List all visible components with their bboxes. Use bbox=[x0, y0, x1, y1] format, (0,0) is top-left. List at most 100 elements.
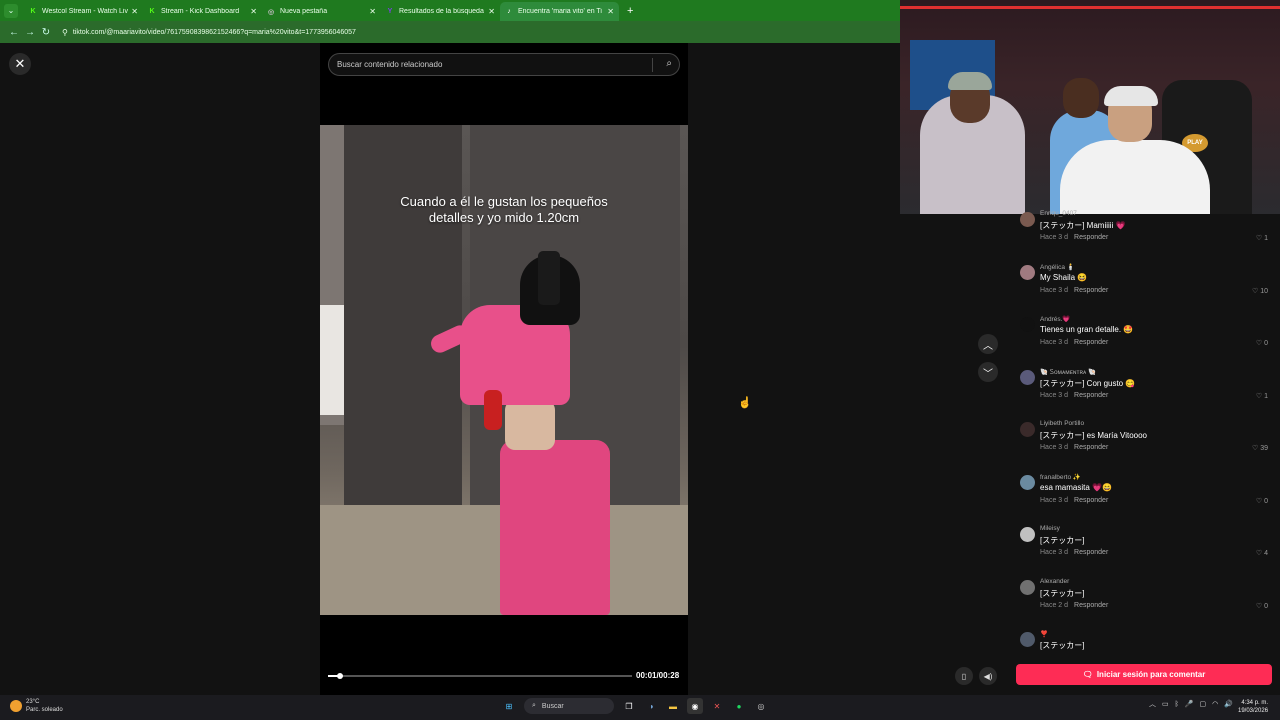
comment-like-count: 10 bbox=[1260, 288, 1268, 295]
comment-avatar[interactable] bbox=[1020, 422, 1035, 437]
browser-tab[interactable]: ♪ Encuentra 'maria vito' en Ti ✕ bbox=[500, 2, 619, 21]
system-tray: ︿ ▭ ᛒ 🎤 ▢ ◠ 🔊 bbox=[1146, 699, 1236, 709]
tray-expand-icon[interactable]: ︿ bbox=[1149, 699, 1156, 709]
tray-app-icon[interactable]: ▭ bbox=[1162, 700, 1169, 708]
comment-reply-button[interactable]: Responder bbox=[1074, 549, 1108, 556]
comment-like-button[interactable]: ♡ 1 bbox=[1256, 392, 1268, 400]
search-input[interactable]: Buscar contenido relacionado ⌕ bbox=[328, 53, 680, 76]
tab-close-icon[interactable]: ✕ bbox=[607, 7, 614, 16]
comment-reply-button[interactable]: Responder bbox=[1074, 339, 1108, 346]
tab-close-icon[interactable]: ✕ bbox=[369, 7, 376, 16]
comment-age: Hace 3 d bbox=[1040, 392, 1069, 399]
comment-username[interactable]: Mileisy bbox=[1040, 525, 1060, 532]
volume-icon[interactable]: ◀) bbox=[979, 667, 997, 685]
tab-close-icon[interactable]: ✕ bbox=[488, 7, 495, 16]
clock-time: 4:34 p. m. bbox=[1241, 700, 1269, 706]
comment-like-button[interactable]: ♡ 1 bbox=[1256, 234, 1268, 242]
comment-reply-button[interactable]: Responder bbox=[1074, 287, 1108, 294]
taskbar: 23°C Parc. soleado ⊞ ⌕ Buscar ❐ ◑ ▬ ◉ ✕ … bbox=[0, 695, 1280, 720]
comment-avatar[interactable] bbox=[1020, 475, 1035, 490]
comment-like-button[interactable]: ♡ 39 bbox=[1252, 444, 1268, 452]
taskbar-search-icon: ⌕ bbox=[532, 702, 536, 709]
site-info-icon[interactable]: ⚲ bbox=[62, 28, 68, 37]
comment-text: My Shaila 😆 bbox=[1040, 273, 1088, 282]
forward-icon[interactable]: → bbox=[22, 27, 38, 38]
browser-tab[interactable]: Y Resultados de la búsqueda de ✕ bbox=[381, 2, 500, 21]
windows-start-icon[interactable]: ⊞ bbox=[501, 698, 517, 714]
comment-reply-button[interactable]: Responder bbox=[1074, 497, 1108, 504]
obs-icon[interactable]: ◎ bbox=[753, 698, 769, 714]
address-bar: ← → ↻ ⚲ tiktok.com/@maariavito/video/761… bbox=[0, 21, 900, 43]
weather-widget[interactable]: 23°C Parc. soleado bbox=[10, 698, 63, 714]
spotify-icon[interactable]: ● bbox=[731, 698, 747, 714]
comment-avatar[interactable] bbox=[1020, 370, 1035, 385]
tray-display-icon[interactable]: ▢ bbox=[1200, 700, 1207, 708]
comment-username[interactable]: Enriqu_0407 bbox=[1040, 210, 1077, 217]
taskbar-apps: ⊞ ⌕ Buscar ❐ ◑ ▬ ◉ ✕ ● ◎ bbox=[498, 698, 772, 714]
close-icon[interactable]: ✕ bbox=[9, 53, 31, 75]
file-explorer-icon[interactable]: ▬ bbox=[665, 698, 681, 714]
chrome-icon[interactable]: ◉ bbox=[687, 698, 703, 714]
comment-age: Hace 3 d bbox=[1040, 497, 1069, 504]
comment-reply-button[interactable]: Responder bbox=[1074, 602, 1108, 609]
comment-username[interactable]: Alexander bbox=[1040, 578, 1069, 585]
browser-tab[interactable]: K Westcol Stream - Watch Live on✕ bbox=[24, 2, 143, 21]
comment-reply-button[interactable]: Responder bbox=[1074, 444, 1108, 451]
comment-like-button[interactable]: ♡ 0 bbox=[1256, 497, 1268, 505]
next-video-button[interactable]: ﹀ bbox=[978, 362, 998, 382]
capcut-icon[interactable]: ✕ bbox=[709, 698, 725, 714]
tab-search-menu-icon[interactable]: ⌄ bbox=[4, 3, 18, 18]
comment-meta bbox=[1040, 654, 1052, 661]
tray-mic-icon[interactable]: 🎤 bbox=[1185, 700, 1194, 708]
copilot-icon[interactable]: ◑ bbox=[643, 698, 659, 714]
streamer-webcam: PLAY bbox=[900, 0, 1280, 214]
tab-favicon-icon: K bbox=[149, 8, 155, 15]
tray-volume-icon[interactable]: 🔊 bbox=[1224, 700, 1233, 708]
comment-username[interactable]: Andrés.💗 bbox=[1040, 315, 1071, 323]
comment-like-count: 0 bbox=[1264, 603, 1268, 610]
reload-icon[interactable]: ↻ bbox=[38, 27, 54, 38]
comment-like-button[interactable]: ♡ 0 bbox=[1256, 339, 1268, 347]
tray-wifi-icon[interactable]: ◠ bbox=[1212, 700, 1218, 708]
comment-username[interactable]: 🐚 Ꮪᴏᴍᴀᴍᴇɴᴛʀᴀ 🐚 bbox=[1040, 368, 1096, 377]
taskbar-search-label: Buscar bbox=[541, 702, 564, 710]
comment-avatar[interactable] bbox=[1020, 265, 1035, 280]
comment-username[interactable]: Angélica 🕯️ bbox=[1040, 263, 1075, 271]
comment-like-button[interactable]: ♡ 0 bbox=[1256, 602, 1268, 610]
comment-like-button[interactable]: ♡ 10 bbox=[1252, 287, 1268, 295]
task-view-icon[interactable]: ❐ bbox=[621, 698, 637, 714]
back-icon[interactable]: ← bbox=[6, 27, 22, 38]
comment-username[interactable]: ❣️ bbox=[1040, 630, 1048, 638]
tab-close-icon[interactable]: ✕ bbox=[250, 7, 257, 16]
comment-text: esa mamasita 💗😄 bbox=[1040, 483, 1112, 492]
previous-video-button[interactable]: ︿ bbox=[978, 334, 998, 354]
taskbar-search[interactable]: ⌕ Buscar bbox=[524, 698, 614, 714]
search-icon[interactable]: ⌕ bbox=[666, 58, 672, 69]
url-field[interactable]: ⚲ tiktok.com/@maariavito/video/761759083… bbox=[62, 28, 356, 37]
login-to-comment-button[interactable]: 🗨 Iniciar sesión para comentar bbox=[1016, 664, 1272, 685]
browser-tab[interactable]: K Stream - Kick Dashboard ✕ bbox=[143, 2, 262, 21]
comment-avatar[interactable] bbox=[1020, 317, 1035, 332]
new-tab-icon[interactable]: + bbox=[627, 5, 633, 17]
video-subject-bag bbox=[484, 390, 502, 430]
tab-label: Westcol Stream - Watch Live on bbox=[42, 8, 128, 15]
comment-reply-button[interactable]: Responder bbox=[1074, 392, 1108, 399]
comment-like-count: 1 bbox=[1264, 235, 1268, 242]
tab-favicon-icon: ♪ bbox=[507, 8, 511, 15]
tab-label: Resultados de la búsqueda de bbox=[399, 8, 486, 15]
comment-username[interactable]: Liyibeth Portillo bbox=[1040, 420, 1084, 427]
webcam-person-middle-head bbox=[1063, 78, 1099, 118]
report-icon[interactable]: ▯ bbox=[955, 667, 973, 685]
comment-avatar[interactable] bbox=[1020, 527, 1035, 542]
comment-reply-button[interactable]: Responder bbox=[1074, 234, 1108, 241]
comment-like-button[interactable]: ♡ 4 bbox=[1256, 549, 1268, 557]
comment-avatar[interactable] bbox=[1020, 580, 1035, 595]
system-clock[interactable]: 4:34 p. m. 19/03/2026 bbox=[1238, 699, 1268, 715]
comment-avatar[interactable] bbox=[1020, 212, 1035, 227]
progress-bar[interactable] bbox=[328, 673, 632, 679]
browser-tab[interactable]: ◎ Nueva pestaña ✕ bbox=[262, 2, 381, 21]
tray-bluetooth-icon[interactable]: ᛒ bbox=[1175, 701, 1179, 708]
tab-close-icon[interactable]: ✕ bbox=[131, 7, 138, 16]
comment-avatar[interactable] bbox=[1020, 632, 1035, 647]
comment-username[interactable]: franalberto ✨ bbox=[1040, 473, 1081, 481]
